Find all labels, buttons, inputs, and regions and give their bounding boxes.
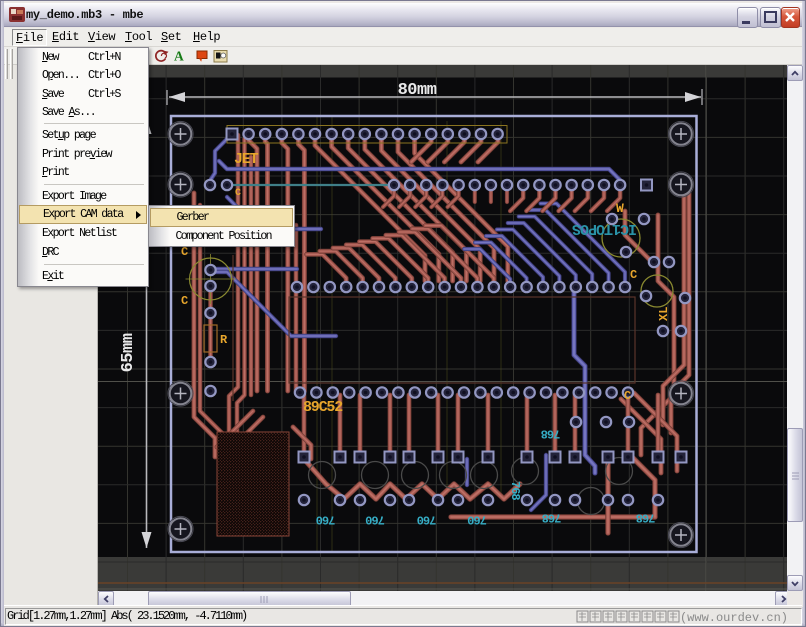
svg-text:JET: JET [234, 151, 259, 168]
svg-text:760: 760 [417, 512, 436, 526]
svg-text:XL: XL [657, 307, 671, 321]
svg-text:R: R [220, 333, 228, 347]
svg-text:768: 768 [541, 426, 560, 440]
svg-text:C: C [624, 389, 631, 403]
svg-text:65mm: 65mm [119, 333, 138, 372]
svg-text:C: C [630, 268, 637, 282]
svg-text:768: 768 [508, 481, 522, 500]
svg-text:C: C [181, 294, 188, 308]
svg-text:768: 768 [542, 510, 561, 524]
svg-text:80mm: 80mm [398, 81, 437, 100]
svg-text:C: C [181, 245, 188, 259]
svg-text:760: 760 [467, 512, 486, 526]
svg-text:760: 760 [316, 512, 335, 526]
svg-text:A: A [174, 49, 184, 64]
svg-text:89C52: 89C52 [303, 399, 343, 416]
svg-text:760: 760 [365, 512, 384, 526]
svg-text:C: C [235, 188, 241, 199]
svg-text:IC1TOPOS: IC1TOPOS [572, 220, 637, 237]
svg-text:768: 768 [636, 510, 655, 524]
svg-text:W: W [616, 201, 624, 216]
